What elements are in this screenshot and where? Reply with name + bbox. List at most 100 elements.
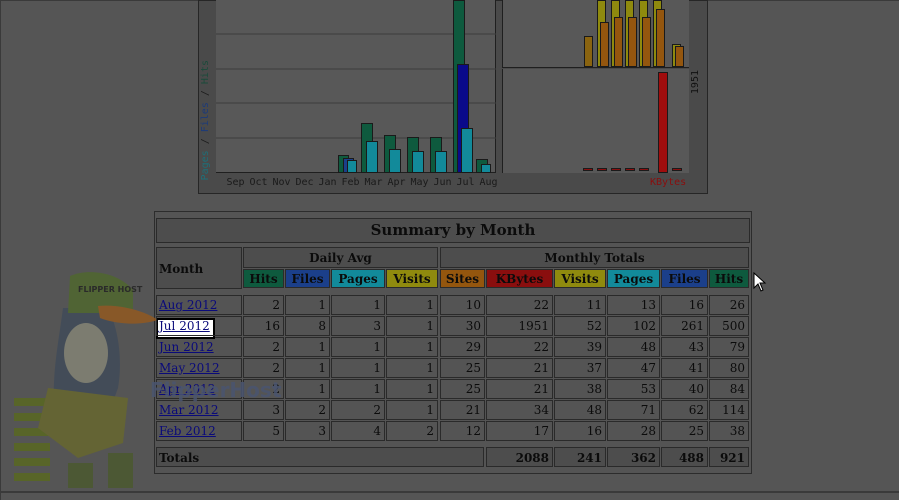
- table-cell-hits: 80: [709, 358, 749, 378]
- kbytes-bar-jul: [658, 72, 668, 173]
- table-row-month: Feb 2012: [156, 421, 242, 441]
- table-cell-hits: 38: [709, 421, 749, 441]
- month-column-header: Month: [156, 247, 242, 289]
- visits-bar-5: [614, 17, 623, 67]
- monthly-sites-header: Sites: [440, 269, 485, 288]
- kbytes-bar-mar: [597, 168, 607, 171]
- bar-jun-files: [435, 151, 447, 173]
- table-cell-hits: 114: [709, 400, 749, 420]
- bar-feb-pages: [347, 160, 357, 173]
- brand-watermark: FlipperHost: [150, 378, 282, 402]
- kbytes-max-label: 1951: [690, 70, 701, 95]
- table-cell-d-hits: 2: [243, 337, 284, 357]
- bar-apr-files: [389, 149, 401, 173]
- table-cell-d-files: 2: [285, 400, 330, 420]
- table-cell-kbytes: 1951: [486, 316, 553, 336]
- kbytes-bar-feb: [583, 168, 593, 171]
- table-cell-d-files: 1: [285, 358, 330, 378]
- table-cell-d-pages: 1: [331, 337, 385, 357]
- table-cell-d-visits: 1: [386, 295, 438, 315]
- table-row-month: Jun 2012: [156, 337, 242, 357]
- y-label-separator: /: [200, 84, 211, 103]
- table-cell-kbytes: 22: [486, 337, 553, 357]
- y-label-separator: /: [200, 132, 211, 151]
- y-label-files: Files: [200, 102, 211, 133]
- bar-aug-files: [481, 164, 491, 173]
- table-cell-d-files: 1: [285, 337, 330, 357]
- table-cell-visits: 39: [554, 337, 606, 357]
- x-axis-label-apr: Apr: [387, 177, 406, 188]
- table-cell-d-pages: 1: [331, 379, 385, 399]
- table-row-month: Aug 2012: [156, 295, 242, 315]
- visits-bar-1: [584, 36, 593, 67]
- table-title: Summary by Month: [156, 218, 750, 243]
- table-cell-d-files: 3: [285, 421, 330, 441]
- y-label-pages: Pages: [200, 150, 211, 181]
- monthly-pages-header: Pages: [607, 269, 660, 288]
- daily-avg-header: Daily Avg: [243, 247, 438, 268]
- table-cell-sites: 21: [440, 400, 485, 420]
- month-link[interactable]: Jul 2012: [157, 319, 210, 333]
- table-cell-d-pages: 3: [331, 316, 385, 336]
- table-cell-files: 43: [661, 337, 708, 357]
- daily-visits-header: Visits: [386, 269, 438, 288]
- table-cell-sites: 29: [440, 337, 485, 357]
- table-cell-d-pages: 4: [331, 421, 385, 441]
- table-cell-d-hits: 2: [243, 358, 284, 378]
- monthly-kbytes-header: KBytes: [486, 269, 553, 288]
- monthly-hits-header: Hits: [709, 269, 749, 288]
- visits-bar-3: [600, 22, 609, 67]
- visits-bar-7: [628, 17, 637, 67]
- table-cell-sites: 12: [440, 421, 485, 441]
- left-border: [0, 0, 1, 500]
- x-axis-label-jun: Jun: [433, 177, 452, 188]
- table-cell-d-visits: 1: [386, 337, 438, 357]
- table-cell-d-hits: 2: [243, 295, 284, 315]
- totals-visits: 241: [554, 447, 606, 467]
- visits-bar-13: [675, 46, 684, 67]
- table-row-month: Mar 2012: [156, 400, 242, 420]
- y-label-hits: Hits: [200, 60, 211, 85]
- table-cell-visits: 48: [554, 400, 606, 420]
- bar-may-files: [412, 151, 424, 173]
- kbytes-axis-label: KBytes: [650, 177, 687, 188]
- totals-label: Totals: [156, 447, 484, 467]
- table-cell-pages: 13: [607, 295, 660, 315]
- visits-bar-11: [656, 9, 665, 67]
- mascot-cap-text: FLIPPER HOST: [78, 285, 143, 294]
- table-cell-visits: 38: [554, 379, 606, 399]
- table-cell-d-visits: 1: [386, 400, 438, 420]
- table-cell-sites: 10: [440, 295, 485, 315]
- table-cell-d-hits: 16: [243, 316, 284, 336]
- table-cell-visits: 52: [554, 316, 606, 336]
- table-cell-visits: 37: [554, 358, 606, 378]
- kbytes-bar-apr: [611, 168, 621, 171]
- table-cell-d-hits: 3: [243, 400, 284, 420]
- x-axis-label-oct: Oct: [249, 177, 268, 188]
- table-cell-files: 261: [661, 316, 708, 336]
- x-axis-label-sep: Sep: [226, 177, 245, 188]
- bar-jul-pages: [461, 128, 473, 173]
- table-cell-sites: 25: [440, 379, 485, 399]
- table-cell-pages: 48: [607, 337, 660, 357]
- table-cell-pages: 53: [607, 379, 660, 399]
- table-cell-pages: 28: [607, 421, 660, 441]
- chart-y-axis-label: Pages / Files / Hits: [200, 60, 220, 180]
- kbytes-bar-jun: [639, 168, 649, 171]
- table-cell-kbytes: 21: [486, 358, 553, 378]
- table-cell-d-visits: 2: [386, 421, 438, 441]
- table-cell-d-pages: 2: [331, 400, 385, 420]
- table-cell-files: 25: [661, 421, 708, 441]
- mouse-cursor-icon: [753, 272, 767, 292]
- table-cell-sites: 30: [440, 316, 485, 336]
- table-cell-pages: 102: [607, 316, 660, 336]
- table-cell-d-pages: 1: [331, 358, 385, 378]
- kbytes-bar-may: [625, 168, 635, 171]
- table-cell-files: 40: [661, 379, 708, 399]
- table-cell-d-pages: 1: [331, 295, 385, 315]
- table-cell-d-hits: 5: [243, 421, 284, 441]
- table-row-month: May 2012: [156, 358, 242, 378]
- table-cell-files: 16: [661, 295, 708, 315]
- monthly-totals-header: Monthly Totals: [440, 247, 749, 268]
- totals-hits: 921: [709, 447, 749, 467]
